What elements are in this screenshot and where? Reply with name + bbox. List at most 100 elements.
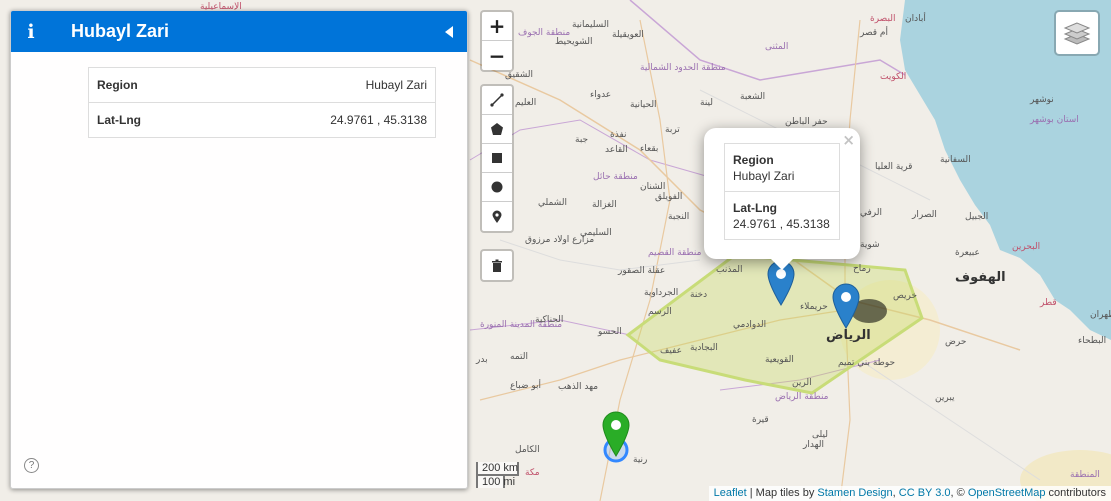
delete-layers-button[interactable]: [482, 251, 512, 280]
place-label: الكويت: [880, 72, 907, 82]
row-value: 24.9761 , 45.3138: [733, 217, 830, 231]
place-label: حرض: [945, 337, 967, 347]
place-label: الصرار: [912, 210, 937, 220]
place-label: أبادان: [905, 14, 926, 24]
place-label: الرفي: [860, 208, 883, 218]
place-label: مكة: [525, 468, 540, 478]
draw-marker-button[interactable]: [482, 202, 512, 231]
row-value: 24.9761 , 45.3138: [209, 102, 436, 138]
place-label: الدوادمي: [733, 320, 767, 330]
place-label: السليمانية: [572, 20, 609, 30]
draw-toolbar: [480, 84, 514, 233]
collapse-sidebar-button[interactable]: [431, 11, 467, 52]
circle-icon: [491, 181, 503, 193]
place-label: حريملاء: [800, 302, 828, 312]
place-label: خريص: [893, 291, 918, 301]
attr-text: , ©: [950, 487, 968, 499]
popup-tip: [770, 258, 794, 270]
place-label: القويعية: [765, 355, 794, 365]
place-label: استان بوشهر: [1030, 115, 1079, 125]
marker-green-icon[interactable]: [601, 411, 631, 457]
place-label: التمه: [510, 352, 528, 362]
sidebar-header: i Hubayl Zari: [11, 11, 467, 52]
popup-info-table: Region Hubayl Zari Lat-Lng 24.9761 , 45.…: [724, 143, 840, 240]
place-label: مهد الذهب: [558, 382, 599, 392]
place-label: الشملي: [538, 198, 567, 208]
place-label: الرين: [792, 378, 812, 388]
place-label: الكامل: [515, 445, 540, 455]
table-row: Region Hubayl Zari: [88, 67, 436, 103]
region-info-table: Region Hubayl Zari Lat-Lng 24.9761 , 45.…: [88, 67, 436, 138]
place-label: منطقة المدينة المنورة: [480, 320, 563, 330]
cc-link[interactable]: CC BY 3.0: [899, 487, 951, 499]
place-label: ليلى: [812, 430, 828, 440]
place-label: المثنى: [765, 42, 789, 52]
place-label: الجبيل: [965, 212, 989, 222]
draw-polygon-button[interactable]: [482, 115, 512, 144]
place-label: رماح: [853, 264, 871, 274]
place-label: عقلة الصقور: [618, 266, 666, 276]
place-label: بدر: [476, 355, 488, 365]
scale-mi: 100 mi: [476, 474, 515, 488]
popup-cell: Lat-Lng 24.9761 , 45.3138: [724, 191, 840, 240]
row-key: Lat-Lng: [88, 102, 210, 138]
row-key: Region: [88, 67, 210, 103]
osm-link[interactable]: OpenStreetMap: [968, 487, 1046, 499]
place-label: العليم: [515, 98, 537, 108]
stamen-link[interactable]: Stamen Design: [817, 487, 892, 499]
table-row: Region Hubayl Zari: [725, 144, 840, 192]
zoom-in-button[interactable]: +: [482, 12, 512, 41]
place-label: دخنة: [690, 290, 708, 300]
place-label: النجبة: [668, 212, 690, 222]
marker-blue-selected-icon[interactable]: [831, 283, 891, 329]
place-label: نوشهر: [1030, 95, 1054, 105]
marker-popup: × Region Hubayl Zari Lat-Lng 24.9761 , 4…: [704, 128, 860, 270]
info-icon: i: [27, 20, 35, 43]
row-key: Lat-Lng: [733, 201, 777, 215]
place-label: تربة: [665, 125, 680, 135]
place-label: الحيانية: [630, 100, 657, 110]
layers-control[interactable]: [1054, 10, 1100, 56]
place-label: لينة: [700, 98, 713, 108]
row-key: Region: [733, 153, 774, 167]
place-label: الهفوف: [955, 270, 1006, 285]
popup-close-button[interactable]: ×: [842, 131, 855, 149]
place-label: منطقة الجوف: [518, 28, 571, 38]
place-label: أم قصر: [860, 28, 889, 38]
place-label: المنطقة: [1070, 470, 1100, 480]
place-label: السفانية: [940, 155, 971, 165]
draw-polyline-button[interactable]: [482, 86, 512, 115]
trash-icon: [492, 259, 502, 272]
help-icon[interactable]: ?: [24, 458, 39, 473]
place-label: الهدار: [803, 440, 824, 450]
attr-text: | Map tiles by: [746, 487, 818, 499]
place-label: حوطة بني تميم: [838, 358, 896, 368]
draw-rectangle-button[interactable]: [482, 144, 512, 173]
place-label: منطقة الرياض: [775, 392, 829, 402]
attr-text: contributors: [1045, 487, 1106, 499]
place-label: قيرة: [752, 415, 769, 425]
place-label: الشعبة: [740, 92, 766, 102]
place-label: نفذة: [610, 130, 627, 140]
place-label: الشويحيط: [555, 37, 593, 47]
edit-toolbar: [480, 249, 514, 282]
place-label: العويقيلة: [612, 30, 644, 40]
place-label: الحسو: [598, 327, 622, 337]
place-label: حفر الباطن: [785, 117, 828, 127]
place-label: الشنان: [640, 182, 666, 192]
leaflet-link[interactable]: Leaflet: [714, 487, 747, 499]
place-label: شوية: [860, 240, 880, 250]
place-label: الرياض: [826, 328, 871, 343]
zoom-out-button[interactable]: −: [482, 41, 512, 70]
place-label: منطقة الحدود الشمالية: [640, 63, 726, 73]
draw-circle-button[interactable]: [482, 173, 512, 202]
place-label: قطر: [1040, 298, 1057, 308]
rectangle-icon: [492, 153, 502, 163]
place-label: القاعد: [605, 145, 628, 155]
place-label: الرسم: [648, 307, 672, 317]
scale-km: 200 km: [476, 462, 519, 476]
row-value: Hubayl Zari: [733, 169, 795, 183]
polyline-icon: [490, 93, 504, 107]
place-label: بقعاء: [640, 144, 659, 154]
caret-left-icon: [445, 25, 453, 38]
